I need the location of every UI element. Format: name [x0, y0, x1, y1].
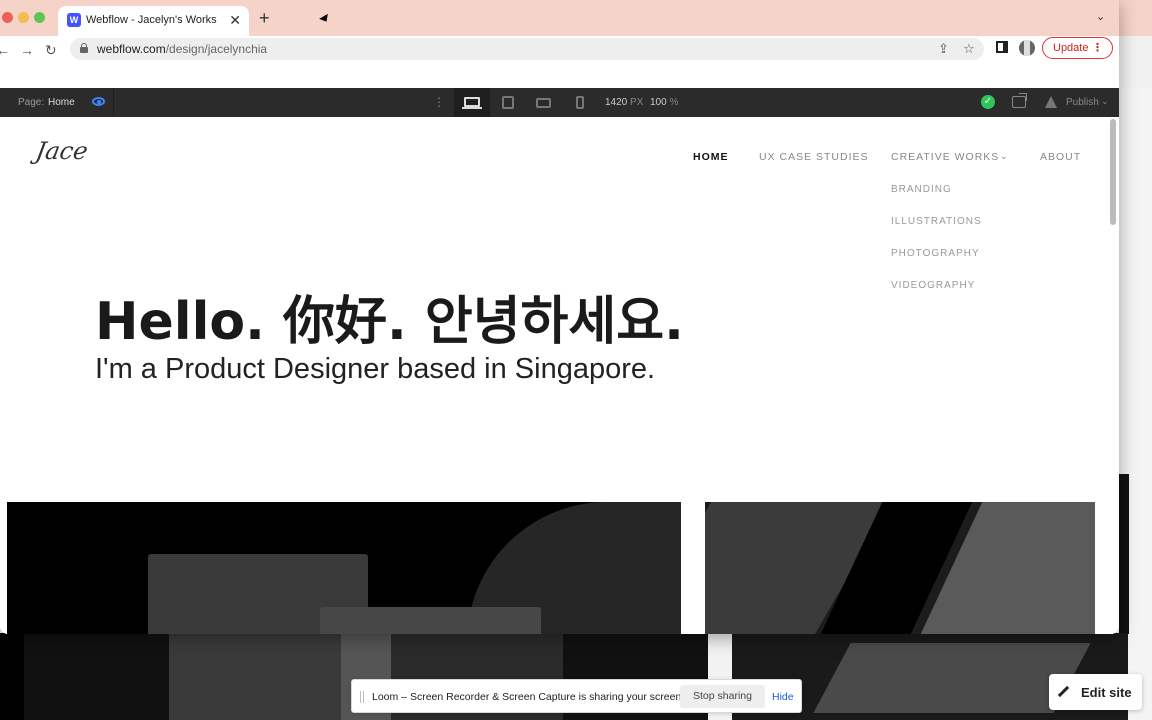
update-button[interactable]: Update ⋮ [1042, 37, 1113, 59]
project-card-image[interactable] [705, 502, 1095, 634]
more-options-icon[interactable]: ⋮ [433, 95, 445, 109]
project-card-image[interactable] [7, 502, 681, 634]
browser-window: W Webflow - Jacelyn's Works ✕ + ⌄ ← → ↻ … [0, 0, 1119, 634]
hero-subtitle: I'm a Product Designer based in Singapor… [95, 353, 656, 385]
back-arrow-icon[interactable]: ← [0, 42, 10, 58]
zoom-readout: 100 % [650, 97, 679, 108]
divider [113, 88, 114, 117]
publish-chevron-icon[interactable]: ⌄ [1101, 96, 1109, 107]
sharing-message: Loom – Screen Recorder & Screen Capture … [372, 691, 685, 703]
site-logo[interactable]: Jace [33, 137, 91, 177]
browser-tab-active[interactable]: W Webflow - Jacelyn's Works ✕ [58, 6, 249, 36]
nav-ux-case-studies[interactable]: UX CASE STUDIES [759, 151, 869, 163]
nav-creative-works[interactable]: CREATIVE WORKS [891, 151, 999, 163]
tablet-icon [502, 96, 514, 109]
dropdown-photography[interactable]: PHOTOGRAPHY [891, 248, 980, 259]
edit-site-label: Edit site [1081, 685, 1132, 700]
canvas-scrollbar[interactable] [1110, 119, 1116, 225]
webflow-designer-bar: Page: Home ⋮ 1420 PX 100 % ✓ Publish ⌄ [0, 88, 1119, 117]
canvas-width-readout: 1420 PX [605, 97, 644, 108]
edit-site-button[interactable]: Edit site [1049, 674, 1142, 710]
page-selector[interactable]: Home [48, 97, 75, 108]
status-check-icon[interactable]: ✓ [981, 95, 995, 109]
tab-close-icon[interactable]: ✕ [229, 12, 241, 29]
reload-icon[interactable]: ↻ [45, 42, 57, 59]
url-text[interactable]: webflow.com/design/jacelynchia [97, 42, 267, 56]
mobile-portrait-icon [576, 96, 584, 109]
screen-sharing-banner: Loom – Screen Recorder & Screen Capture … [351, 679, 802, 713]
side-panel-icon[interactable] [996, 41, 1008, 53]
breakpoint-portrait-button[interactable] [562, 88, 598, 117]
nav-about[interactable]: ABOUT [1040, 151, 1081, 163]
desktop-icon [462, 97, 482, 109]
hide-banner-button[interactable]: Hide [772, 691, 794, 703]
dropdown-branding[interactable]: BRANDING [891, 184, 952, 195]
page-label: Page: [18, 97, 45, 108]
export-icon[interactable] [1012, 93, 1027, 108]
background-window-toolbar [1119, 36, 1152, 88]
tab-bar: W Webflow - Jacelyn's Works ✕ + ⌄ [0, 0, 1119, 36]
tab-title: Webflow - Jacelyn's Works [86, 14, 217, 26]
pencil-icon [1057, 685, 1070, 698]
mobile-landscape-icon [536, 98, 551, 108]
chevron-down-icon[interactable]: ⌄ [1000, 151, 1008, 162]
drag-handle-icon[interactable] [360, 691, 364, 703]
breakpoint-tablet-button[interactable] [490, 88, 526, 117]
preview-eye-icon[interactable] [92, 97, 105, 106]
update-label: Update [1053, 42, 1089, 54]
dropdown-videography[interactable]: VIDEOGRAPHY [891, 280, 975, 291]
profile-avatar[interactable] [1019, 40, 1035, 56]
new-tab-button[interactable]: + [259, 8, 270, 29]
bookmark-star-icon[interactable]: ☆ [963, 41, 975, 57]
lock-icon[interactable] [80, 43, 88, 53]
background-image-edge [1119, 474, 1129, 634]
designer-canvas[interactable]: Jace HOME UX CASE STUDIES CREATIVE WORKS… [0, 117, 1119, 634]
nav-home[interactable]: HOME [693, 151, 729, 163]
webflow-favicon-icon: W [67, 13, 81, 27]
forward-arrow-icon[interactable]: → [20, 42, 34, 58]
hero-title: Hello. 你好. 안녕하세요. [95, 292, 684, 352]
breakpoint-landscape-button[interactable] [526, 88, 562, 117]
publish-icon [1045, 96, 1057, 108]
more-menu-icon: ⋮ [1092, 42, 1103, 54]
breakpoint-desktop-button[interactable] [454, 88, 490, 117]
maximize-window-button[interactable] [34, 12, 45, 23]
minimize-window-button[interactable] [18, 12, 29, 23]
publish-button[interactable]: Publish [1066, 97, 1099, 108]
stop-sharing-button[interactable]: Stop sharing [680, 685, 765, 708]
share-icon[interactable]: ⇪ [938, 41, 949, 57]
close-window-button[interactable] [2, 12, 13, 23]
mouse-cursor-icon [319, 13, 331, 25]
dropdown-illustrations[interactable]: ILLUSTRATIONS [891, 216, 982, 227]
address-bar[interactable]: webflow.com/design/jacelynchia ⇪ ☆ [70, 38, 984, 60]
browser-toolbar: ← → ↻ webflow.com/design/jacelynchia ⇪ ☆… [0, 36, 1119, 88]
tab-search-chevron-icon[interactable]: ⌄ [1096, 10, 1105, 23]
logo-text: Jace [33, 137, 91, 165]
